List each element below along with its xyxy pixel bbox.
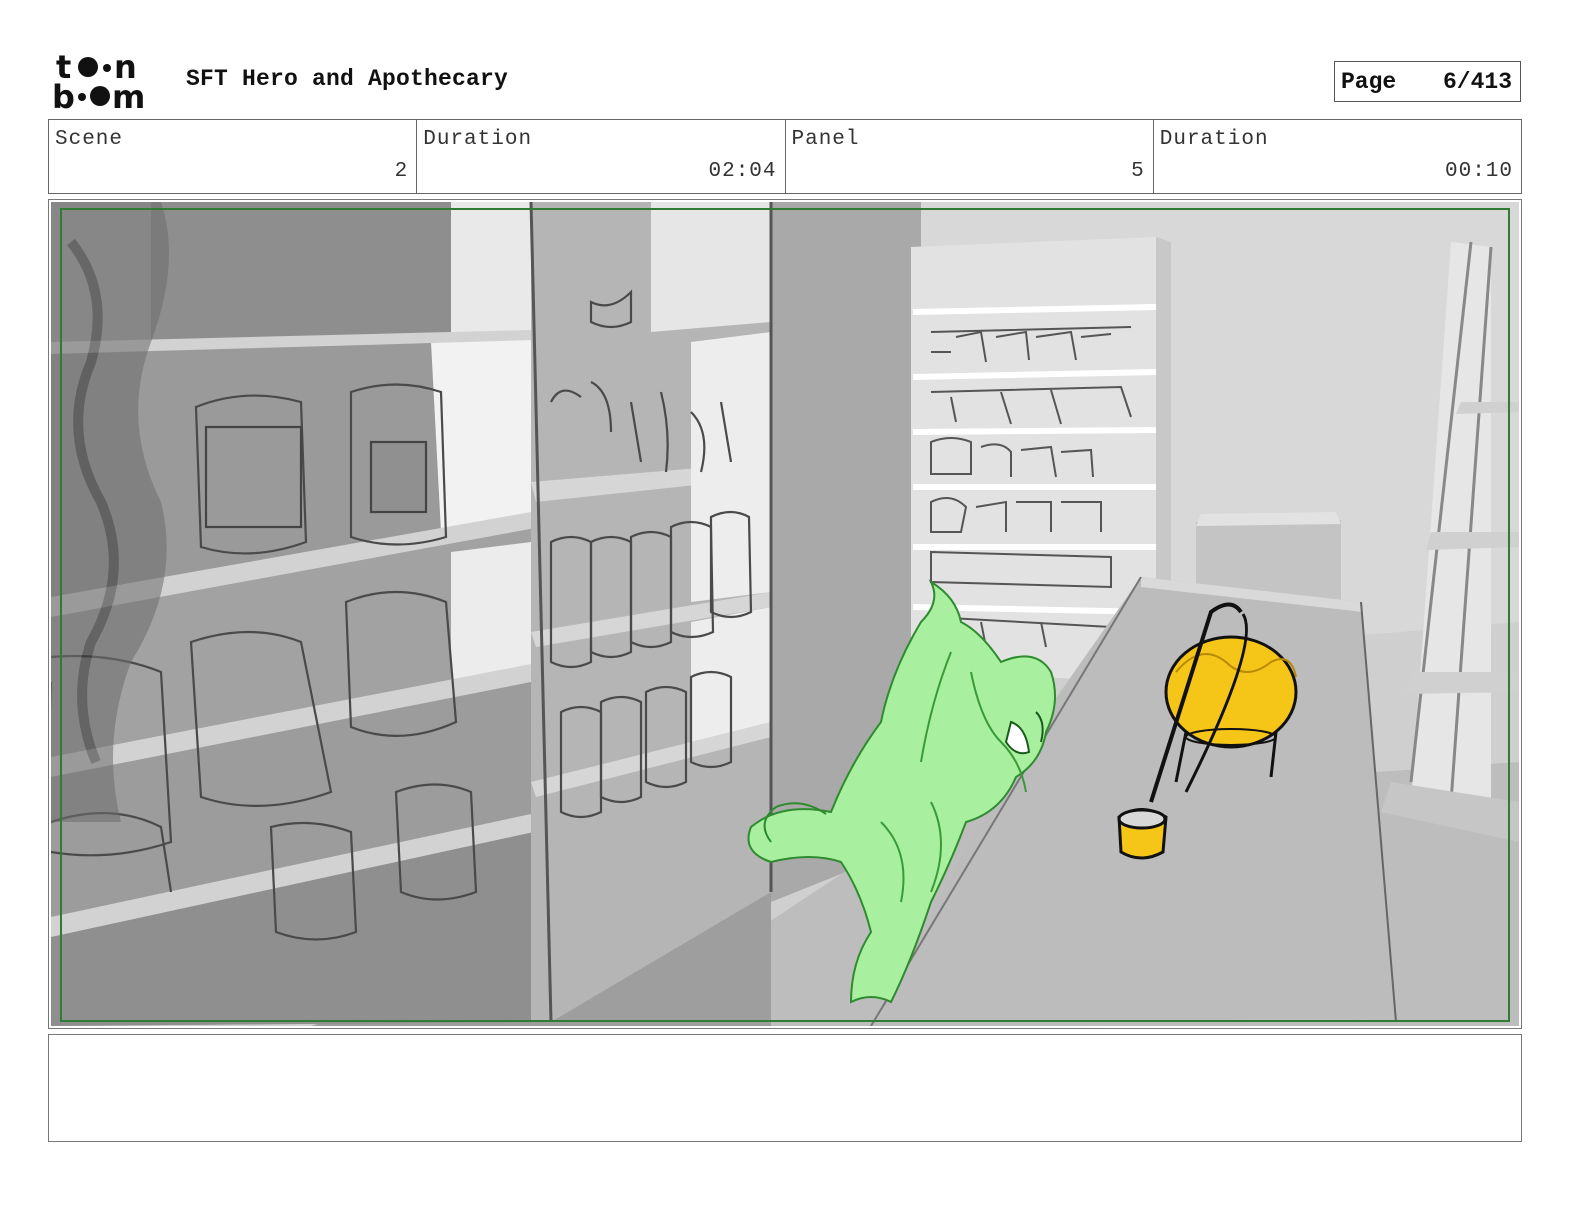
scene-label: Scene	[55, 128, 124, 151]
scene-duration-cell: Duration 02:04	[417, 120, 786, 193]
scene-cell: Scene 2	[49, 120, 418, 193]
page-number: 6/413	[1442, 68, 1512, 95]
svg-text:b: b	[52, 78, 75, 112]
panel-value: 5	[1131, 160, 1145, 183]
storyboard-panel	[48, 199, 1522, 1029]
panel-duration-label: Duration	[1159, 128, 1269, 151]
toon-boom-logo-icon: t n b m	[52, 50, 145, 112]
toon-boom-logo: t n b m	[52, 50, 164, 112]
panel-duration-value: 00:10	[1444, 160, 1513, 183]
project-title: SFT Hero and Apothecary	[186, 66, 509, 92]
scene-duration-label: Duration	[423, 128, 533, 151]
scene-value: 2	[394, 160, 409, 183]
svg-text:m: m	[112, 78, 145, 112]
panel-cell: Panel 5	[786, 120, 1154, 193]
panel-info-table: Scene 2 Duration 02:04 Panel 5 Duration …	[48, 119, 1522, 194]
panel-label: Panel	[791, 128, 860, 151]
middle-shelf-unit	[529, 202, 773, 1023]
panel-notes[interactable]	[48, 1034, 1522, 1142]
page-label: Page	[1341, 68, 1397, 95]
storyboard-drawing	[51, 202, 1519, 1026]
scene-duration-value: 02:04	[708, 160, 777, 183]
small-cup	[1117, 808, 1168, 860]
panel-duration-cell: Duration 00:10	[1154, 120, 1521, 193]
page-indicator: Page 6/413	[1334, 61, 1521, 102]
